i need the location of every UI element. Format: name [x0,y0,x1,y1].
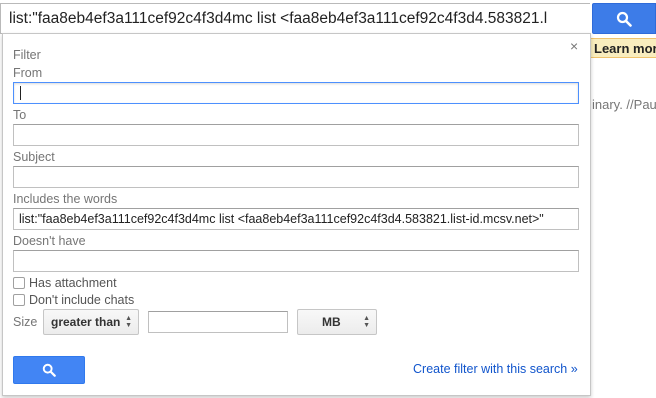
size-unit-select[interactable]: MB ▲ ▼ [297,309,377,335]
no-chats-label: Don't include chats [29,293,135,307]
no-chats-option[interactable]: Don't include chats [13,293,134,307]
has-attachment-option[interactable]: Has attachment [13,276,117,290]
search-bar[interactable]: list:"faa8eb4ef3a111cef92c4f3d4mc list <… [0,3,590,34]
to-field[interactable] [13,124,579,146]
size-label: Size [13,315,38,329]
search-icon [42,363,56,377]
search-button[interactable] [592,3,656,34]
filter-search-button[interactable] [13,356,85,384]
create-filter-link[interactable]: Create filter with this search » [413,362,578,376]
subject-label: Subject [13,150,55,164]
search-query-text[interactable]: list:"faa8eb4ef3a111cef92c4f3d4mc list <… [9,10,586,28]
includes-words-value: list:"faa8eb4ef3a111cef92c4f3d4mc list <… [19,212,544,226]
doesnt-have-field[interactable] [13,250,579,272]
select-arrows-icon: ▲ ▼ [363,315,370,329]
has-attachment-checkbox[interactable] [13,277,25,289]
close-icon[interactable]: × [570,38,578,54]
background-snippet: inary. //Paul [592,97,656,112]
text-cursor [20,86,21,100]
learn-more-link[interactable]: Learn more [590,38,656,58]
select-arrows-icon: ▲ ▼ [125,315,132,329]
size-operator-select[interactable]: greater than ▲ ▼ [43,309,139,335]
has-attachment-label: Has attachment [29,276,117,290]
no-chats-checkbox[interactable] [13,294,25,306]
from-field[interactable] [13,82,579,104]
includes-words-field[interactable]: list:"faa8eb4ef3a111cef92c4f3d4mc list <… [13,208,579,230]
from-label: From [13,66,43,80]
size-value-input[interactable] [148,311,288,333]
search-icon [616,11,632,27]
subject-field[interactable] [13,166,579,188]
size-unit-value: MB [322,315,341,329]
includes-words-label: Includes the words [13,192,118,206]
doesnt-have-label: Doesn't have [13,234,86,248]
filter-heading: Filter [13,48,41,62]
to-label: To [13,108,27,122]
size-operator-value: greater than [51,315,121,329]
